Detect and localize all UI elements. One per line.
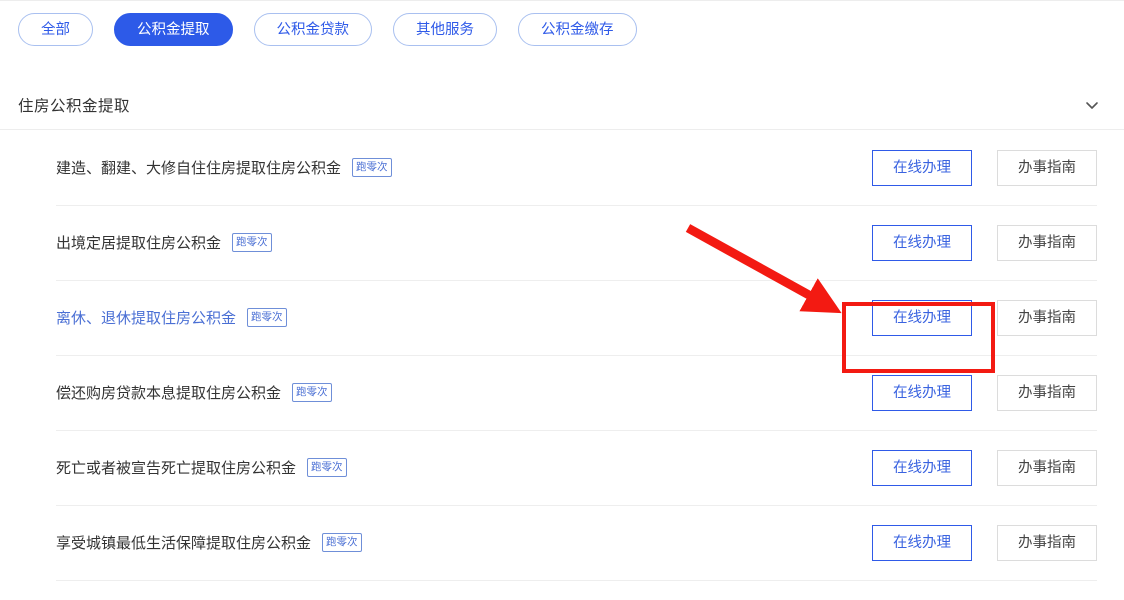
online-handle-button[interactable]: 在线办理 (872, 299, 972, 336)
service-row: 建造、翻建、大修自住住房提取住房公积金 跑零次 在线办理 办事指南 (0, 130, 1124, 205)
online-handle-button[interactable]: 在线办理 (872, 149, 972, 186)
category-filter-bar: 全部 公积金提取 公积金贷款 其他服务 公积金缴存 (0, 1, 1124, 46)
service-name[interactable]: 享受城镇最低生活保障提取住房公积金 (56, 532, 311, 553)
service-row: 死亡或者被宣告死亡提取住房公积金 跑零次 在线办理 办事指南 (0, 430, 1124, 505)
service-guide-button[interactable]: 办事指南 (997, 374, 1097, 411)
service-catalog-page: 全部 公积金提取 公积金贷款 其他服务 公积金缴存 住房公积金提取 建造、翻建、大修自住… (0, 0, 1124, 599)
service-label-group: 建造、翻建、大修自住住房提取住房公积金 跑零次 (56, 157, 872, 178)
service-label-group: 享受城镇最低生活保障提取住房公积金 跑零次 (56, 532, 872, 553)
filter-pill-3[interactable]: 其他服务 (393, 12, 497, 46)
service-row: 偿还购房贷款本息提取住房公积金 跑零次 在线办理 办事指南 (0, 355, 1124, 430)
service-actions: 在线办理 办事指南 (872, 374, 1097, 411)
service-guide-button[interactable]: 办事指南 (997, 299, 1097, 336)
service-guide-button[interactable]: 办事指南 (997, 149, 1097, 186)
service-label-group: 出境定居提取住房公积金 跑零次 (56, 232, 872, 253)
filter-pill-2[interactable]: 公积金贷款 (253, 12, 372, 46)
service-name[interactable]: 建造、翻建、大修自住住房提取住房公积金 (56, 157, 341, 178)
online-handle-button[interactable]: 在线办理 (872, 224, 972, 261)
status-badge: 跑零次 (292, 382, 332, 403)
service-name[interactable]: 死亡或者被宣告死亡提取住房公积金 (56, 457, 296, 478)
service-actions: 在线办理 办事指南 (872, 149, 1097, 186)
online-handle-button[interactable]: 在线办理 (872, 374, 972, 411)
service-name[interactable]: 偿还购房贷款本息提取住房公积金 (56, 382, 281, 403)
filter-pill-1[interactable]: 公积金提取 (114, 12, 233, 46)
status-badge: 跑零次 (352, 157, 392, 178)
service-row: 享受城镇最低生活保障提取住房公积金 跑零次 在线办理 办事指南 (0, 505, 1124, 580)
online-handle-button[interactable]: 在线办理 (872, 524, 972, 561)
status-badge: 跑零次 (307, 457, 347, 478)
status-badge: 跑零次 (247, 307, 287, 328)
service-actions: 在线办理 办事指南 (872, 449, 1097, 486)
service-guide-button[interactable]: 办事指南 (997, 524, 1097, 561)
section-header[interactable]: 住房公积金提取 (0, 80, 1124, 130)
chevron-down-icon[interactable] (1084, 97, 1100, 113)
service-label-group: 死亡或者被宣告死亡提取住房公积金 跑零次 (56, 457, 872, 478)
service-name[interactable]: 出境定居提取住房公积金 (56, 232, 221, 253)
filter-pill-4[interactable]: 公积金缴存 (518, 12, 637, 46)
online-handle-button[interactable]: 在线办理 (872, 449, 972, 486)
service-guide-button[interactable]: 办事指南 (997, 224, 1097, 261)
service-name[interactable]: 离休、退休提取住房公积金 (56, 307, 236, 328)
page-title: 住房公积金提取 (18, 97, 131, 115)
service-list: 建造、翻建、大修自住住房提取住房公积金 跑零次 在线办理 办事指南 出境定居提取住房公积… (0, 130, 1124, 581)
service-row: 离休、退休提取住房公积金 跑零次 在线办理 办事指南 (0, 280, 1124, 355)
service-row: 出境定居提取住房公积金 跑零次 在线办理 办事指南 (0, 205, 1124, 280)
service-label-group: 离休、退休提取住房公积金 跑零次 (56, 307, 872, 328)
service-actions: 在线办理 办事指南 (872, 524, 1097, 561)
service-label-group: 偿还购房贷款本息提取住房公积金 跑零次 (56, 382, 872, 403)
service-actions: 在线办理 办事指南 (872, 299, 1097, 336)
service-guide-button[interactable]: 办事指南 (997, 449, 1097, 486)
filter-pill-0[interactable]: 全部 (18, 12, 93, 46)
status-badge: 跑零次 (322, 532, 362, 553)
status-badge: 跑零次 (232, 232, 272, 253)
service-actions: 在线办理 办事指南 (872, 224, 1097, 261)
